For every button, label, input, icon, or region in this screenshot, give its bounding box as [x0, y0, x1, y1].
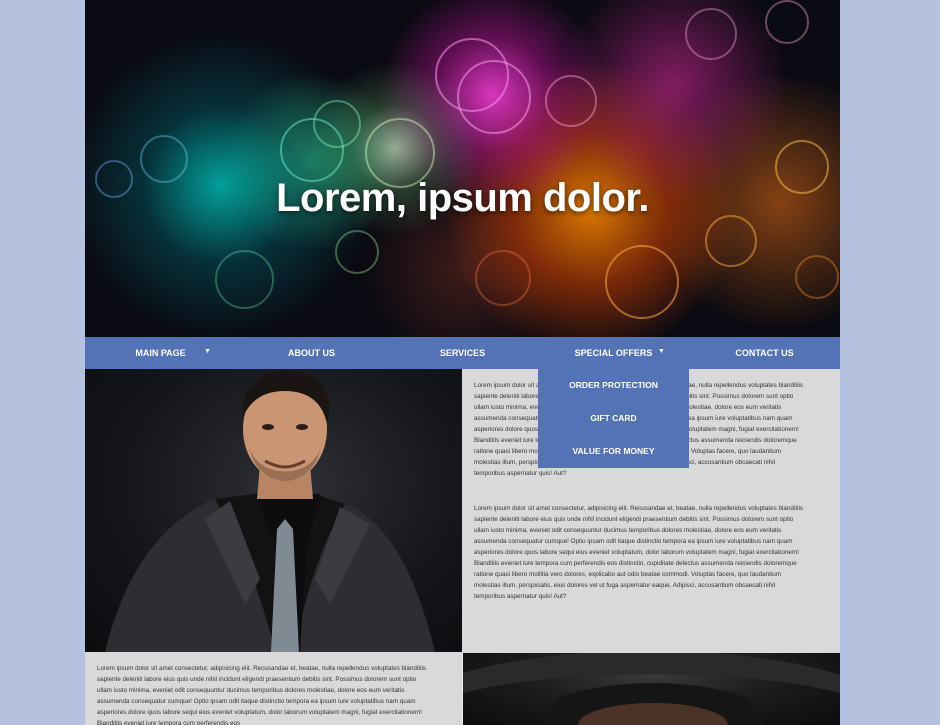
- paragraph: Lorem ipsum dolor sit amet consectetur, …: [474, 505, 804, 600]
- nav-special-offers[interactable]: SPECIAL OFFERS ▼: [538, 337, 689, 369]
- text-block-bottom: Lorem ipsum dolor sit amet consectetur, …: [97, 663, 430, 725]
- text-block-top-2: Lorem ipsum dolor sit amet consectetur, …: [474, 503, 807, 602]
- special-offers-dropdown: ORDER PROTECTION GIFT CARD VALUE FOR MON…: [538, 369, 689, 468]
- hat-photo: [463, 653, 840, 725]
- hat-illustration: [463, 653, 840, 725]
- caret-down-icon: ▼: [658, 348, 665, 355]
- page-container: Lorem, ipsum dolor. MAIN PAGE ▼ ABOUT US…: [85, 0, 840, 725]
- nav-about-us[interactable]: ABOUT US: [236, 337, 387, 369]
- nav-label: MAIN PAGE: [135, 348, 186, 358]
- nav-contact-us[interactable]: CONTACT US: [689, 337, 840, 369]
- dropdown-item-value-for-money[interactable]: VALUE FOR MONEY: [538, 435, 689, 468]
- nav-label: SERVICES: [439, 348, 486, 358]
- caret-down-icon: ▼: [204, 348, 211, 355]
- nav-label: SPECIAL OFFERS: [574, 348, 653, 358]
- paragraph: Lorem ipsum dolor sit amet consectetur, …: [97, 665, 427, 725]
- businessman-photo: [85, 369, 462, 652]
- businessman-illustration: [105, 370, 435, 652]
- nav-services[interactable]: SERVICES: [387, 337, 538, 369]
- hero-banner: Lorem, ipsum dolor.: [85, 0, 840, 337]
- dropdown-item-gift-card[interactable]: GIFT CARD: [538, 402, 689, 435]
- nav-label: ABOUT US: [288, 348, 335, 358]
- dropdown-item-order-protection[interactable]: ORDER PROTECTION: [538, 369, 689, 402]
- nav-main-page[interactable]: MAIN PAGE ▼: [85, 337, 236, 369]
- main-navigation: MAIN PAGE ▼ ABOUT US SERVICES SPECIAL OF…: [85, 337, 840, 369]
- hero-title: Lorem, ipsum dolor.: [276, 176, 649, 220]
- nav-label: CONTACT US: [735, 348, 794, 358]
